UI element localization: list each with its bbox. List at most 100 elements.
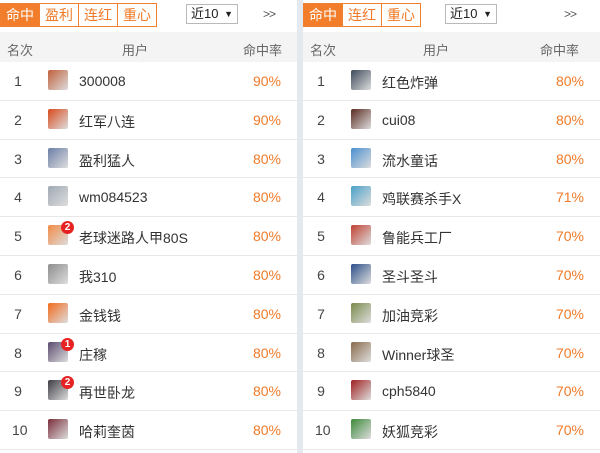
hit-rate: 70% — [555, 305, 584, 322]
hit-rate: 80% — [252, 344, 281, 361]
username-link[interactable]: 我310 — [79, 267, 116, 287]
header-rate: 命中率 — [540, 43, 580, 58]
rankings-widget: 命中 盈利 连红 重心 近10 ▼ >> 名次 用户 命中率 1 300008 90… — [0, 0, 600, 453]
hit-rate: 80% — [555, 73, 584, 89]
table-row: 8 1 庄稼 80% — [0, 334, 297, 373]
username-link[interactable]: Winner球圣 — [382, 345, 454, 365]
right-tab-streak[interactable]: 连红 — [342, 4, 381, 26]
avatar[interactable] — [351, 186, 371, 207]
avatar[interactable] — [48, 108, 68, 129]
rank-number: 1 — [14, 73, 22, 89]
left-tab-group: 命中 盈利 连红 重心 — [0, 3, 157, 27]
header-rank: 名次 — [310, 43, 337, 58]
rank-number: 6 — [14, 266, 22, 283]
avatar[interactable] — [48, 147, 68, 168]
avatar[interactable] — [351, 302, 371, 323]
username-link[interactable]: 流水童话 — [382, 151, 438, 171]
avatar[interactable] — [351, 70, 371, 90]
username-link[interactable]: 300008 — [79, 73, 126, 89]
avatar[interactable] — [351, 419, 371, 440]
table-row: 5 鲁能兵工厂 70% — [303, 217, 600, 256]
left-tab-hit[interactable]: 命中 — [1, 4, 39, 26]
hit-rate: 80% — [252, 305, 281, 322]
avatar[interactable] — [48, 419, 68, 440]
header-rank: 名次 — [7, 43, 34, 58]
username-link[interactable]: 盈利猛人 — [79, 151, 135, 171]
hit-rate: 80% — [252, 422, 281, 439]
username-link[interactable]: 再世卧龙 — [79, 383, 135, 403]
rank-number: 7 — [317, 305, 325, 322]
username-link[interactable]: 老球迷路人甲80S — [79, 228, 188, 248]
hit-rate: 70% — [555, 383, 584, 400]
rank-number: 2 — [317, 111, 325, 128]
avatar[interactable] — [48, 186, 68, 207]
table-row: 1 红色炸弹 80% — [303, 62, 600, 101]
left-tab-focus[interactable]: 重心 — [117, 4, 156, 26]
right-period-value: 近10 — [450, 6, 478, 21]
left-tab-profit[interactable]: 盈利 — [39, 4, 78, 26]
avatar[interactable] — [351, 108, 371, 129]
right-tab-group: 命中 连红 重心 — [303, 3, 421, 27]
hit-rate: 80% — [252, 150, 281, 167]
right-tab-focus[interactable]: 重心 — [381, 4, 420, 26]
hit-rate: 80% — [555, 150, 584, 167]
left-rows: 1 300008 90% 2 红军八连 90% 3 盈利猛人 80% 4 wm084523 80% 5 2… — [0, 62, 297, 450]
table-row: 9 2 再世卧龙 80% — [0, 372, 297, 412]
username-link[interactable]: cui08 — [382, 112, 415, 128]
rank-number: 7 — [14, 305, 22, 322]
avatar[interactable] — [48, 70, 68, 90]
rank-number: 10 — [12, 422, 28, 439]
avatar[interactable] — [351, 341, 371, 362]
username-link[interactable]: 妖狐竞彩 — [382, 422, 438, 442]
hit-rate: 90% — [252, 73, 281, 89]
rank-number: 9 — [317, 383, 325, 400]
avatar[interactable] — [48, 263, 68, 284]
rank-number: 8 — [317, 344, 325, 361]
rank-number: 9 — [14, 383, 22, 400]
table-row: 10 哈莉奎茵 80% — [0, 411, 297, 450]
rank-number: 2 — [14, 111, 22, 128]
username-link[interactable]: 圣斗圣斗 — [382, 267, 438, 287]
avatar[interactable] — [351, 225, 371, 246]
avatar[interactable] — [351, 380, 371, 401]
hit-rate: 70% — [555, 266, 584, 283]
table-row: 9 cph5840 70% — [303, 372, 600, 412]
right-tab-hit[interactable]: 命中 — [304, 4, 342, 26]
username-link[interactable]: 红军八连 — [79, 112, 135, 132]
left-tab-streak[interactable]: 连红 — [78, 4, 117, 26]
left-more-link[interactable]: >> — [263, 7, 276, 21]
left-toolbar: 命中 盈利 连红 重心 近10 ▼ >> — [0, 0, 297, 32]
avatar[interactable] — [48, 302, 68, 323]
rank-number: 5 — [14, 228, 22, 245]
left-period-select[interactable]: 近10 ▼ — [186, 4, 238, 24]
hit-rate: 70% — [555, 228, 584, 245]
avatar[interactable] — [351, 147, 371, 168]
right-period-select[interactable]: 近10 ▼ — [445, 4, 497, 24]
header-rate: 命中率 — [243, 43, 283, 58]
username-link[interactable]: 哈莉奎茵 — [79, 422, 135, 442]
right-more-link[interactable]: >> — [564, 7, 577, 21]
right-toolbar: 命中 连红 重心 近10 ▼ >> — [303, 0, 600, 32]
chevron-down-icon: ▼ — [483, 9, 492, 19]
username-link[interactable]: 鲁能兵工厂 — [382, 228, 452, 248]
chevron-down-icon: ▼ — [224, 9, 233, 19]
username-link[interactable]: wm084523 — [79, 189, 148, 205]
username-link[interactable]: 加油竞彩 — [382, 306, 438, 326]
hit-rate: 80% — [252, 383, 281, 400]
rank-number: 4 — [14, 189, 22, 206]
right-rows: 1 红色炸弹 80% 2 cui08 80% 3 流水童话 80% 4 鸡联赛杀手X 71% 5 鲁能兵工… — [303, 62, 600, 450]
username-link[interactable]: 庄稼 — [79, 345, 107, 365]
table-row: 8 Winner球圣 70% — [303, 334, 600, 373]
username-link[interactable]: 鸡联赛杀手X — [382, 189, 461, 209]
username-link[interactable]: cph5840 — [382, 383, 436, 399]
hit-rate: 70% — [555, 344, 584, 361]
header-user: 用户 — [122, 43, 149, 58]
username-link[interactable]: 金钱钱 — [79, 306, 121, 326]
table-row: 1 300008 90% — [0, 62, 297, 101]
left-ranking-panel: 命中 盈利 连红 重心 近10 ▼ >> 名次 用户 命中率 1 300008 90… — [0, 0, 297, 453]
hit-rate: 80% — [252, 266, 281, 283]
table-row: 2 cui08 80% — [303, 101, 600, 140]
hit-rate: 80% — [252, 228, 281, 245]
avatar[interactable] — [351, 263, 371, 284]
username-link[interactable]: 红色炸弹 — [382, 73, 438, 93]
